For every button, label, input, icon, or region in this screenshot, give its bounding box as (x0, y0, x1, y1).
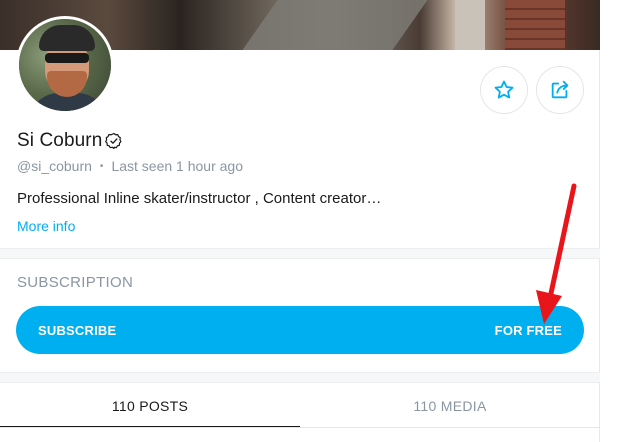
share-button[interactable] (536, 66, 584, 114)
verified-badge-icon (105, 132, 122, 150)
star-icon (494, 80, 514, 99)
profile-card: Si Coburn @si_coburn • Last seen 1 hour … (0, 0, 600, 442)
profile-page: Si Coburn @si_coburn • Last seen 1 hour … (0, 0, 627, 442)
profile-name-row: Si Coburn (17, 130, 123, 152)
tabs-underline (0, 427, 600, 428)
favorite-button[interactable] (480, 66, 528, 114)
profile-meta: @si_coburn • Last seen 1 hour ago (17, 158, 243, 174)
meta-separator: • (99, 160, 104, 172)
section-divider (0, 248, 600, 259)
last-seen: Last seen 1 hour ago (111, 158, 243, 174)
tab-posts[interactable]: 110 POSTS (0, 383, 300, 428)
subscription-title: SUBSCRIPTION (17, 274, 134, 291)
subscribe-label: SUBSCRIBE (38, 322, 117, 338)
more-info-link[interactable]: More info (17, 218, 75, 234)
profile-name: Si Coburn (17, 130, 103, 151)
share-icon (551, 80, 569, 99)
profile-bio: Professional Inline skater/instructor , … (17, 190, 382, 207)
avatar[interactable] (16, 16, 114, 114)
tab-media[interactable]: 110 MEDIA (300, 383, 600, 428)
section-divider (0, 372, 600, 383)
profile-handle[interactable]: @si_coburn (17, 158, 92, 174)
annotation-arrow-icon (536, 183, 577, 324)
content-tabs: 110 POSTS 110 MEDIA (0, 383, 600, 428)
subscribe-button[interactable]: SUBSCRIBE FOR FREE (16, 306, 584, 354)
